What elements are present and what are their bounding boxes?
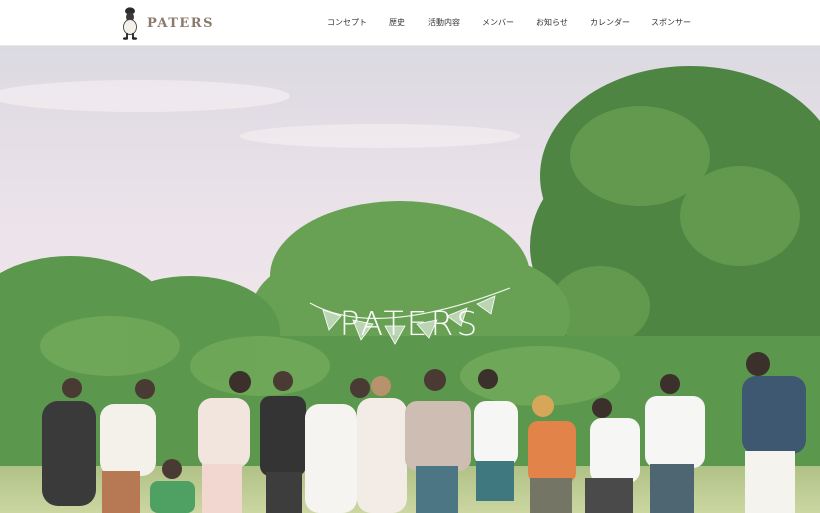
nav-item-sponsors[interactable]: スポンサー	[651, 17, 691, 28]
nav-item-activities[interactable]: 活動内容	[428, 17, 460, 28]
nav-item-members[interactable]: メンバー	[482, 17, 514, 28]
sheep-mascot-icon	[122, 7, 138, 40]
nav-item-history[interactable]: 歴史	[389, 17, 405, 28]
nav-item-calendar[interactable]: カレンダー	[590, 17, 630, 28]
logo-wordmark: PATERS	[147, 15, 214, 31]
site-header: PATERS コンセプト 歴史 活動内容 メンバー お知らせ カレンダー スポン…	[0, 0, 820, 46]
site-logo[interactable]: PATERS	[119, 6, 214, 40]
nav-item-concept[interactable]: コンセプト	[327, 17, 367, 28]
hero-section: PATERS	[0, 46, 820, 513]
hero-title: PATERS	[339, 304, 481, 343]
nav-item-news[interactable]: お知らせ	[536, 17, 568, 28]
